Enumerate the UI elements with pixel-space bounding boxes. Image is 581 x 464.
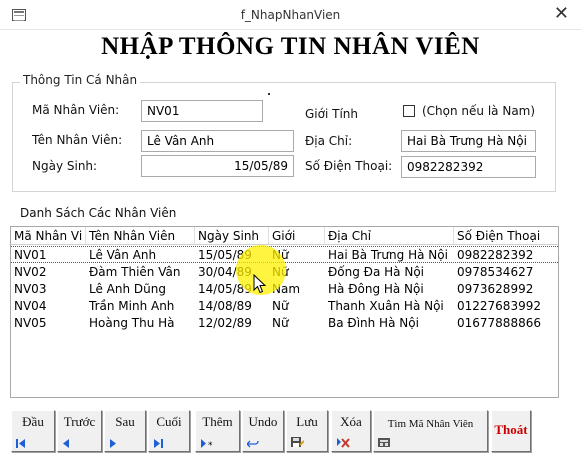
birthdate-field[interactable]: 15/05/89 xyxy=(141,155,294,177)
find-employee-label: Tìm Mã Nhân Viên xyxy=(387,418,474,430)
mouse-cursor-icon xyxy=(253,274,267,294)
next-record-button[interactable]: Sau xyxy=(104,410,146,452)
first-record-label: Đầu xyxy=(22,414,44,429)
cell-phone: 01227683992 xyxy=(457,299,541,313)
undo-icon xyxy=(247,440,259,448)
employee-name-field[interactable]: Lê Vân Anh xyxy=(141,130,294,152)
cell-name: Lê Anh Dũng xyxy=(89,282,166,296)
cell-address: Đống Đa Hà Nội xyxy=(328,265,424,279)
delete-label: Xóa xyxy=(340,414,362,429)
table-row[interactable]: NV03 Lê Anh Dũng 14/05/89 Nam Hà Đông Hà… xyxy=(11,281,558,298)
delete-record-icon xyxy=(337,438,350,448)
title-bar: f_NhapNhanVien ✕ xyxy=(0,0,581,30)
exit-label: Thoát xyxy=(494,422,528,437)
table-row[interactable]: NV04 Trần Minh Anh 14/08/89 Nữ Thanh Xuâ… xyxy=(11,298,558,315)
column-header-birthdate[interactable]: Ngày Sinh xyxy=(195,227,269,245)
form-heading: NHẬP THÔNG TIN NHÂN VIÊN xyxy=(101,33,480,60)
close-icon[interactable]: ✕ xyxy=(554,4,569,24)
cell-address: Hai Bà Trưng Hà Nội xyxy=(328,248,448,262)
personal-info-legend: Thông Tin Cá Nhân xyxy=(20,73,141,87)
birthdate-label: Ngày Sinh: xyxy=(32,159,98,173)
employee-id-label: Mã Nhân Viên: xyxy=(32,103,120,117)
column-header-phone[interactable]: Số Điện Thoại xyxy=(454,227,558,245)
stray-dot xyxy=(268,93,270,95)
address-field[interactable]: Hai Bà Trưng Hà Nội xyxy=(401,130,536,152)
save-label: Lưu xyxy=(296,414,318,429)
previous-record-icon xyxy=(63,439,69,448)
find-binoculars-icon xyxy=(378,438,390,447)
column-header-gender[interactable]: Giới xyxy=(269,227,325,245)
employee-list[interactable]: Mã Nhân Vi Tên Nhân Viên Ngày Sinh Giới … xyxy=(10,226,559,398)
phone-field[interactable]: 0982282392 xyxy=(401,156,536,178)
next-record-icon xyxy=(110,439,116,448)
employee-id-field[interactable]: NV01 xyxy=(141,100,263,122)
cell-id: NV02 xyxy=(14,265,47,279)
next-record-label: Sau xyxy=(115,414,135,429)
cell-phone: 01677888866 xyxy=(457,316,541,330)
cell-name: Hoàng Thu Hà xyxy=(89,316,175,330)
employee-list-title: Danh Sách Các Nhân Viên xyxy=(20,206,177,220)
cell-id: NV04 xyxy=(14,299,47,313)
cell-address: Hà Đông Hà Nội xyxy=(328,282,424,296)
add-record-label: Thêm xyxy=(202,414,233,429)
column-header-address[interactable]: Địa Chỉ xyxy=(325,227,454,245)
exit-button[interactable]: Thoát xyxy=(491,410,531,452)
cell-birthdate: 12/02/89 xyxy=(198,316,252,330)
cell-name: Lê Vân Anh xyxy=(89,248,157,262)
previous-record-label: Trước xyxy=(63,414,96,429)
phone-label: Số Điện Thoại: xyxy=(305,159,393,173)
column-header-name[interactable]: Tên Nhân Viên xyxy=(86,227,195,245)
table-row[interactable]: NV05 Hoàng Thu Hà 12/02/89 Nữ Ba Đình Hà… xyxy=(11,315,558,332)
cell-id: NV05 xyxy=(14,316,47,330)
cell-birthdate: 14/08/89 xyxy=(198,299,252,313)
cell-id: NV01 xyxy=(14,248,47,262)
svg-text:*: * xyxy=(208,441,213,448)
cell-gender: Nữ xyxy=(272,316,289,330)
find-employee-button[interactable]: Tìm Mã Nhân Viên xyxy=(373,410,488,452)
cell-gender: Nữ xyxy=(272,299,289,313)
gender-checkbox[interactable] xyxy=(403,105,415,117)
employee-list-header: Mã Nhân Vi Tên Nhân Viên Ngày Sinh Giới … xyxy=(11,227,558,245)
undo-label: Undo xyxy=(248,414,278,429)
gender-hint: (Chọn nếu là Nam) xyxy=(422,104,536,118)
cell-name: Đàm Thiên Vân xyxy=(89,265,181,279)
first-record-button[interactable]: Đầu xyxy=(11,410,55,452)
window-title: f_NhapNhanVien xyxy=(240,8,341,22)
last-record-label: Cuối xyxy=(156,414,182,429)
address-label: Địa Chỉ: xyxy=(305,134,353,148)
last-record-button[interactable]: Cuối xyxy=(148,410,190,452)
cell-name: Trần Minh Anh xyxy=(89,299,175,313)
table-row[interactable]: NV01 Lê Vân Anh 15/05/89 Nữ Hai Bà Trưng… xyxy=(11,246,558,263)
previous-record-button[interactable]: Trước xyxy=(57,410,102,452)
cell-phone: 0973628992 xyxy=(457,282,534,296)
cell-address: Ba Đình Hà Nội xyxy=(328,316,419,330)
new-record-icon: * xyxy=(201,439,213,448)
last-record-icon xyxy=(154,439,163,448)
undo-button[interactable]: Undo xyxy=(242,410,284,452)
gender-label: Giới Tính xyxy=(305,107,358,121)
add-record-button[interactable]: Thêm * xyxy=(195,410,240,452)
delete-button[interactable]: Xóa xyxy=(331,410,371,452)
cell-phone: 0982282392 xyxy=(457,248,534,262)
save-button[interactable]: Lưu xyxy=(286,410,328,452)
cell-phone: 0978534627 xyxy=(457,265,534,279)
cell-id: NV03 xyxy=(14,282,47,296)
column-header-id[interactable]: Mã Nhân Vi xyxy=(11,227,86,245)
save-disk-icon xyxy=(291,437,304,447)
first-record-icon xyxy=(16,439,25,448)
cell-address: Thanh Xuân Hà Nội xyxy=(328,299,444,313)
employee-name-label: Tên Nhân Viên: xyxy=(32,133,123,147)
